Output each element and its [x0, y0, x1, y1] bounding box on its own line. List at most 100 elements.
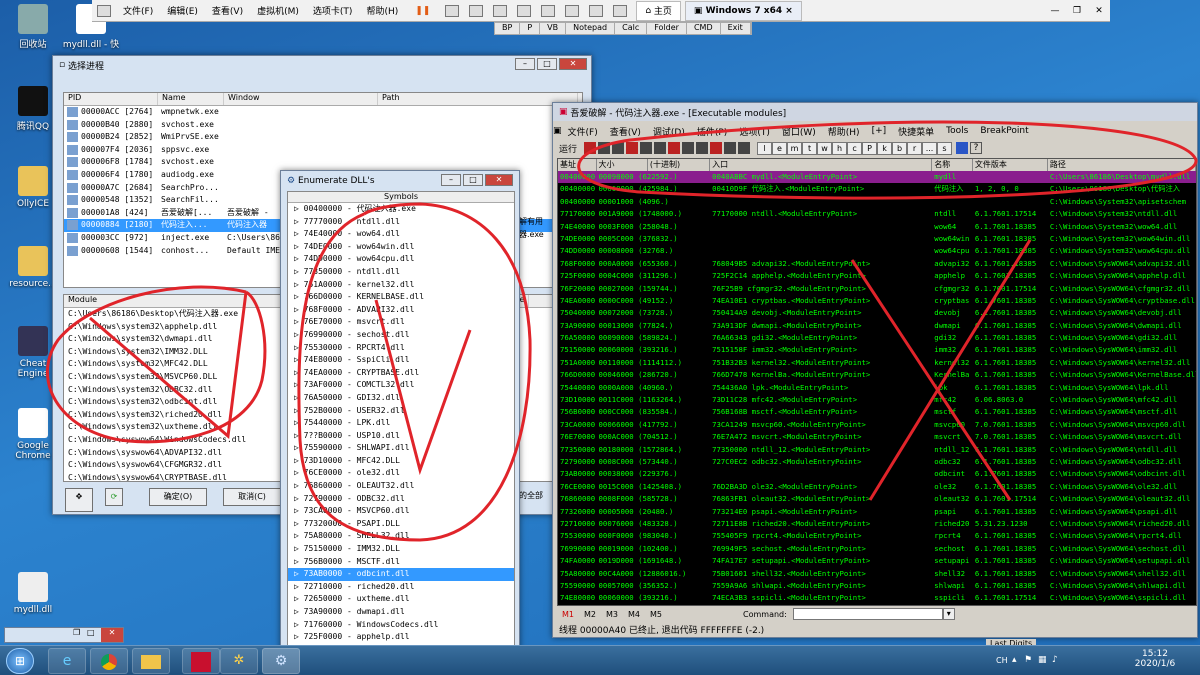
window-letter-button[interactable]: k: [877, 141, 893, 155]
vm-menu-item[interactable]: 文件(F): [116, 4, 160, 17]
dll-list-item[interactable]: ▷ 768F0000 - ADVAPI32.dll: [288, 304, 514, 317]
dll-list-item[interactable]: ▷ 73A90000 - dwmapi.dll: [288, 606, 514, 619]
toolbar-button-icon[interactable]: [584, 142, 597, 154]
clock[interactable]: 15:12 2020/1/6: [1130, 649, 1180, 669]
debugger-menu-item[interactable]: 窗口(W): [776, 125, 822, 138]
column-header[interactable]: Name: [158, 93, 224, 105]
toolbar-button-icon[interactable]: [682, 142, 695, 154]
table-row[interactable]: 725F0000 0004C000 (311296.) 725F2C14 apphe…: [558, 270, 1196, 282]
table-row[interactable]: 75040000 00072000 (73728.) 750414A9 devobj…: [558, 307, 1196, 319]
window-letter-button[interactable]: m: [787, 141, 803, 155]
expand-arrow-icon[interactable]: ▷: [294, 519, 304, 528]
column-header[interactable]: 文件版本: [973, 159, 1048, 171]
close-icon[interactable]: ✕: [1088, 6, 1110, 16]
expand-arrow-icon[interactable]: ▷: [294, 343, 304, 352]
maximize-icon[interactable]: □: [87, 628, 101, 642]
expand-arrow-icon[interactable]: ▷: [294, 594, 304, 603]
table-row[interactable]: 77320000 00005000 (20480.) 773214E0 psapi.…: [558, 506, 1196, 518]
column-header[interactable]: PID: [64, 93, 158, 105]
close-tab-icon[interactable]: ×: [782, 6, 793, 16]
expand-arrow-icon[interactable]: ▷: [294, 330, 304, 339]
dll-list-item[interactable]: ▷ 752B0000 - USER32.dll: [288, 405, 514, 418]
console-icon[interactable]: [589, 4, 604, 17]
dll-list-item[interactable]: ▷ 77770000 - ntdll.dll: [288, 216, 514, 229]
memory-tab[interactable]: M5: [645, 610, 667, 619]
dll-list-item[interactable]: ▷ 76E70000 - msvcrt.dll: [288, 316, 514, 329]
expand-arrow-icon[interactable]: ▷: [294, 431, 304, 440]
close-icon[interactable]: ✕: [101, 628, 123, 642]
taskbar-52pojie[interactable]: [182, 648, 220, 674]
expand-arrow-icon[interactable]: ▷: [294, 229, 304, 238]
expand-arrow-icon[interactable]: ▷: [294, 254, 304, 263]
maximize-icon[interactable]: □: [463, 174, 483, 186]
minimize-icon[interactable]: –: [515, 58, 535, 70]
table-row[interactable]: 76F20000 00027000 (159744.) 76F25B9 cfgmgr…: [558, 283, 1196, 295]
table-row[interactable]: 73A90000 00013000 (77824.) 73A913DF dwmapi…: [558, 320, 1196, 332]
window-letter-button[interactable]: w: [817, 141, 833, 155]
table-row[interactable]: 76990000 00019000 (102400.) 769949F5 secho…: [558, 543, 1196, 555]
flag-icon[interactable]: ⚑: [1024, 655, 1038, 665]
dll-list-item[interactable]: ▷ 75440000 - LPK.dll: [288, 417, 514, 430]
window-letter-button[interactable]: ...: [922, 141, 938, 155]
table-row[interactable]: 766D0000 00046000 (286720.) 766D7478 Kerne…: [558, 369, 1196, 381]
table-row[interactable]: 000006F8 [1784] svchost.exe: [64, 156, 582, 169]
table-row[interactable]: 73AB0000 00038000 (229376.) odbcint 6.1.760…: [558, 468, 1196, 480]
expand-arrow-icon[interactable]: ▷: [294, 406, 304, 415]
unity-icon[interactable]: [565, 4, 580, 17]
toolbar-button-icon[interactable]: [640, 142, 653, 154]
pause-icon[interactable]: ❚❚: [415, 6, 430, 16]
dll-list-item[interactable]: ▷ 74E40000 - wow64.dll: [288, 228, 514, 241]
quick-button[interactable]: CMD: [687, 23, 721, 34]
expand-arrow-icon[interactable]: ▷: [294, 267, 304, 276]
expand-arrow-icon[interactable]: ▷: [294, 632, 304, 641]
cancel-button[interactable]: 取消(C): [223, 488, 281, 506]
minimize-icon[interactable]: –: [441, 174, 461, 186]
toolbar-button-icon[interactable]: [724, 142, 737, 154]
dll-list-item[interactable]: ▷ 72710000 - riched20.dll: [288, 581, 514, 594]
toolbar-button-icon[interactable]: [710, 142, 723, 154]
expand-arrow-icon[interactable]: ▷: [294, 557, 304, 566]
table-row[interactable]: 75530000 000F0000 (983040.) 755405F9 rpcrt…: [558, 530, 1196, 542]
expand-arrow-icon[interactable]: ▷: [294, 393, 304, 402]
table-row[interactable]: 76860000 0008F000 (585728.) 76863FB1 oleau…: [558, 493, 1196, 505]
debugger-menu-item[interactable]: 快捷菜单: [892, 125, 940, 138]
help-icon[interactable]: ?: [970, 142, 983, 154]
table-row[interactable]: 75590000 00057000 (356352.) 7559A9A6 shlwa…: [558, 580, 1196, 592]
table-row[interactable]: 75440000 0000A000 (40960.) 754436A0 lpk.<M…: [558, 382, 1196, 394]
dll-list-item[interactable]: ▷ 77350000 - ntdll.dll: [288, 266, 514, 279]
debugger-menu-item[interactable]: [+]: [866, 126, 893, 136]
quick-button[interactable]: Notepad: [566, 23, 616, 34]
quick-button[interactable]: Exit: [721, 23, 751, 34]
vm-menu-item[interactable]: 虚拟机(M): [250, 4, 306, 17]
desktop-icon[interactable]: mydll.dll: [4, 572, 62, 615]
taskbar-explorer[interactable]: [132, 648, 170, 674]
taskbar-cheat-engine[interactable]: ⚙: [262, 648, 300, 674]
column-header[interactable]: 大小: [597, 159, 648, 171]
quick-button[interactable]: VB: [540, 23, 567, 34]
expand-arrow-icon[interactable]: ▷: [294, 280, 304, 289]
expand-arrow-icon[interactable]: ▷: [294, 292, 304, 301]
expand-arrow-icon[interactable]: ▷: [294, 620, 304, 629]
memory-tab[interactable]: M2: [579, 610, 601, 619]
taskbar-ollydbg[interactable]: ✲: [220, 648, 258, 674]
dll-list-item[interactable]: ▷ 76CE0000 - ole32.dll: [288, 467, 514, 480]
dll-list-item[interactable]: ▷ 725F0000 - apphelp.dll: [288, 631, 514, 644]
expand-arrow-icon[interactable]: ▷: [294, 456, 304, 465]
debugger-menu-item[interactable]: 查看(V): [604, 125, 647, 138]
fullscreen-icon[interactable]: [541, 4, 556, 17]
dll-list-item[interactable]: ▷ 75150000 - IMM32.DLL: [288, 543, 514, 556]
expand-arrow-icon[interactable]: ▷: [294, 368, 304, 377]
manage-icon[interactable]: [517, 4, 532, 17]
start-button[interactable]: ⊞: [6, 648, 34, 674]
window-letter-button[interactable]: P: [862, 141, 878, 155]
dll-list-item[interactable]: ▷ 75A80000 - SHELL32.dll: [288, 530, 514, 543]
table-row[interactable]: 75150000 00060000 (393216.) 7515158F imm32…: [558, 344, 1196, 356]
table-row[interactable]: 00400000 00001000 (4096.) C:\Windows\Syste…: [558, 196, 1196, 208]
dll-list-item[interactable]: ▷ 73CA0000 - MSVCP60.dll: [288, 505, 514, 518]
toolbar-button-icon[interactable]: [738, 142, 751, 154]
minimize-icon[interactable]: —: [1044, 6, 1066, 16]
table-row[interactable]: 00000B40 [2880] svchost.exe: [64, 119, 582, 132]
table-row[interactable]: 00400000 00098000 (622592.) 0040ABBC mydll…: [558, 171, 1196, 184]
tray-up-icon[interactable]: ▴: [1012, 655, 1024, 665]
dll-list-item[interactable]: ▷ 73AF0000 - COMCTL32.dll: [288, 379, 514, 392]
